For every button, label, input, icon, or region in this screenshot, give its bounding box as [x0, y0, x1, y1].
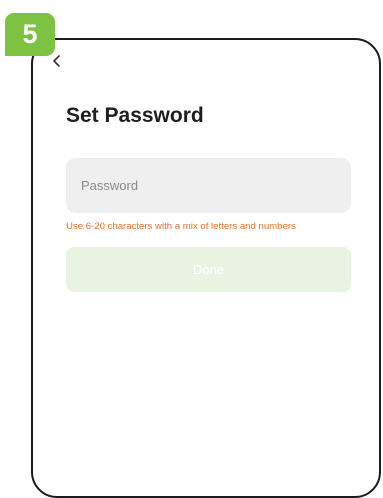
page-title: Set Password — [66, 104, 204, 127]
chevron-left-icon — [53, 55, 60, 67]
password-input[interactable] — [66, 158, 351, 213]
done-button-label: Done — [192, 262, 225, 277]
done-button[interactable]: Done — [66, 247, 351, 292]
password-hint: Use 6-20 characters with a mix of letter… — [66, 221, 296, 232]
step-number: 5 — [22, 19, 38, 49]
step-number-badge: 5 — [5, 13, 55, 56]
back-button[interactable] — [50, 54, 64, 68]
